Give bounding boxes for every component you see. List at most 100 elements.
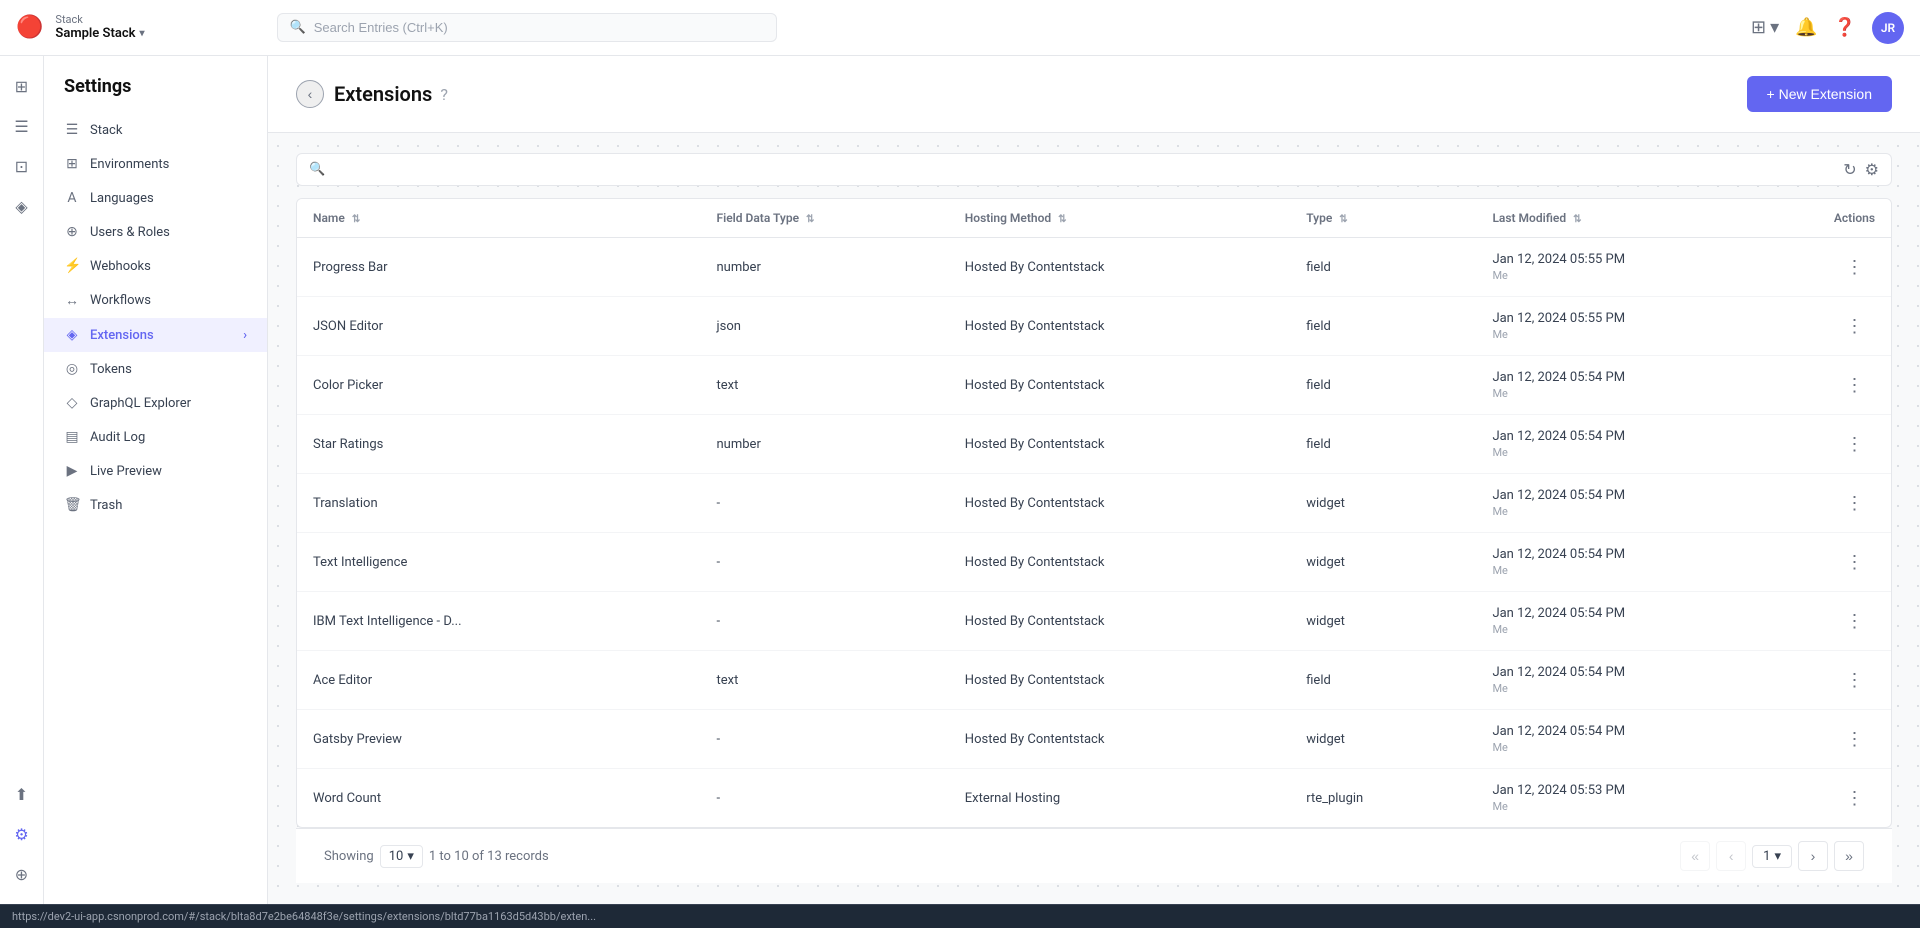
chevron-right-icon: › [243, 328, 247, 343]
row-actions-button[interactable]: ⋮ [1840, 253, 1868, 281]
col-header-fdt[interactable]: Field Data Type ⇅ [701, 199, 949, 238]
cell-modified: Jan 12, 2024 05:55 PM Me [1476, 297, 1817, 356]
new-extension-button[interactable]: + New Extension [1747, 76, 1892, 112]
row-actions-button[interactable]: ⋮ [1840, 489, 1868, 517]
app: 🔴 Stack Sample Stack 🔍 ⊞ ▾ 🔔 ❓ JR ⊞ ☰ ⊡ … [0, 0, 1920, 928]
grid-view-icon[interactable]: ⊞ [1751, 17, 1766, 38]
users-icon: ⊕ [64, 224, 80, 240]
col-header-name[interactable]: Name ⇅ [297, 199, 701, 238]
per-page-value: 10 [389, 849, 404, 864]
sidebar-item-extensions[interactable]: ◈ Extensions › [44, 318, 267, 352]
sidebar-item-tokens[interactable]: ◎ Tokens [44, 352, 267, 386]
row-actions-button[interactable]: ⋮ [1840, 371, 1868, 399]
modified-date: Jan 12, 2024 05:55 PM [1492, 252, 1801, 267]
table-row: Word Count - External Hosting rte_plugin… [297, 769, 1891, 828]
cell-name: Progress Bar [297, 238, 701, 297]
page-indicator: 1 ▾ [1752, 845, 1792, 868]
statusbar: https://dev2-ui-app.csnonprod.com/#/stac… [0, 904, 1920, 928]
cell-modified: Jan 12, 2024 05:54 PM Me [1476, 356, 1817, 415]
stack-name[interactable]: Sample Stack [55, 26, 144, 42]
sort-icon: ⇅ [1339, 214, 1347, 225]
cell-type: field [1290, 238, 1476, 297]
sidebar-item-users-roles[interactable]: ⊕ Users & Roles [44, 215, 267, 249]
dropdown-icon[interactable]: ▾ [1770, 17, 1779, 38]
page: ‹ Extensions ? + New Extension 🔍 ↻ ⚙ [268, 56, 1920, 904]
nav-assets[interactable]: ⊡ [4, 148, 40, 184]
last-page-button[interactable]: » [1834, 841, 1864, 871]
row-actions-button[interactable]: ⋮ [1840, 725, 1868, 753]
sidebar-item-stack[interactable]: ☰ Stack [44, 113, 267, 147]
modified-date: Jan 12, 2024 05:54 PM [1492, 665, 1801, 680]
col-header-type[interactable]: Type ⇅ [1290, 199, 1476, 238]
modified-date: Jan 12, 2024 05:54 PM [1492, 547, 1801, 562]
sidebar-item-live-preview[interactable]: ▶ Live Preview [44, 454, 267, 488]
nav-entries[interactable]: ☰ [4, 108, 40, 144]
sidebar-item-label: Environments [90, 157, 247, 172]
row-actions-button[interactable]: ⋮ [1840, 666, 1868, 694]
cell-modified: Jan 12, 2024 05:55 PM Me [1476, 238, 1817, 297]
search-bar[interactable]: 🔍 [277, 13, 777, 42]
cell-hosting: Hosted By Contentstack [949, 238, 1290, 297]
row-actions-button[interactable]: ⋮ [1840, 784, 1868, 812]
cell-hosting: Hosted By Contentstack [949, 651, 1290, 710]
nav-marketplace[interactable]: ⊕ [4, 856, 40, 892]
row-actions-button[interactable]: ⋮ [1840, 548, 1868, 576]
back-button[interactable]: ‹ [296, 80, 324, 108]
nav-dashboard[interactable]: ⊞ [4, 68, 40, 104]
first-page-button[interactable]: « [1680, 841, 1710, 871]
cell-hosting: Hosted By Contentstack [949, 710, 1290, 769]
sidebar-item-label: Tokens [90, 362, 247, 377]
sidebar-item-graphql[interactable]: ◇ GraphQL Explorer [44, 386, 267, 420]
row-actions-button[interactable]: ⋮ [1840, 430, 1868, 458]
nav-content-model[interactable]: ◈ [4, 188, 40, 224]
search-input[interactable] [314, 20, 764, 35]
cell-type: rte_plugin [1290, 769, 1476, 828]
row-actions-button[interactable]: ⋮ [1840, 607, 1868, 635]
sidebar-item-label: Workflows [90, 293, 247, 308]
stack-icon: ☰ [64, 122, 80, 138]
col-header-modified[interactable]: Last Modified ⇅ [1476, 199, 1817, 238]
modified-by: Me [1492, 800, 1801, 813]
cell-actions: ⋮ [1818, 474, 1891, 533]
nav-deploy[interactable]: ⬆ [4, 776, 40, 812]
cell-fdt: - [701, 474, 949, 533]
cell-actions: ⋮ [1818, 533, 1891, 592]
per-page-selector[interactable]: 10 ▾ [380, 845, 423, 868]
col-header-hosting[interactable]: Hosting Method ⇅ [949, 199, 1290, 238]
sidebar-item-label: GraphQL Explorer [90, 396, 247, 411]
cell-type: field [1290, 415, 1476, 474]
cell-name: JSON Editor [297, 297, 701, 356]
sidebar-item-languages[interactable]: A Languages [44, 181, 267, 215]
sidebar-item-workflows[interactable]: ↔ Workflows [44, 283, 267, 318]
modified-date: Jan 12, 2024 05:55 PM [1492, 311, 1801, 326]
showing-label: Showing [324, 849, 374, 864]
sidebar-item-trash[interactable]: 🗑 Trash [44, 488, 267, 522]
help-circle-icon[interactable]: ? [440, 85, 448, 104]
refresh-icon[interactable]: ↻ [1843, 160, 1856, 179]
modified-date: Jan 12, 2024 05:54 PM [1492, 606, 1801, 621]
sort-icon: ⇅ [806, 214, 814, 225]
sidebar-item-webhooks[interactable]: ⚡ Webhooks [44, 249, 267, 283]
next-page-button[interactable]: › [1798, 841, 1828, 871]
cell-fdt: - [701, 592, 949, 651]
nav-settings[interactable]: ⚙ [4, 816, 40, 852]
row-actions-button[interactable]: ⋮ [1840, 312, 1868, 340]
settings-icon[interactable]: ⚙ [1865, 160, 1879, 179]
sidebar-item-label: Webhooks [90, 259, 247, 274]
cell-type: widget [1290, 592, 1476, 651]
cell-modified: Jan 12, 2024 05:54 PM Me [1476, 474, 1817, 533]
sidebar-item-environments[interactable]: ⊞ Environments [44, 147, 267, 181]
modified-by: Me [1492, 387, 1801, 400]
current-page: 1 [1763, 849, 1770, 864]
sidebar-item-label: Languages [90, 191, 247, 206]
help-icon[interactable]: ❓ [1834, 17, 1856, 38]
sidebar-item-audit-log[interactable]: ▤ Audit Log [44, 420, 267, 454]
sidebar-title: Settings [44, 76, 267, 113]
table-search-input[interactable] [331, 162, 1843, 177]
cell-modified: Jan 12, 2024 05:54 PM Me [1476, 415, 1817, 474]
notifications-icon[interactable]: 🔔 [1795, 17, 1817, 38]
prev-page-button[interactable]: ‹ [1716, 841, 1746, 871]
table-toolbar: 🔍 ↻ ⚙ [296, 153, 1892, 186]
avatar[interactable]: JR [1872, 12, 1904, 44]
col-header-actions: Actions [1818, 199, 1891, 238]
